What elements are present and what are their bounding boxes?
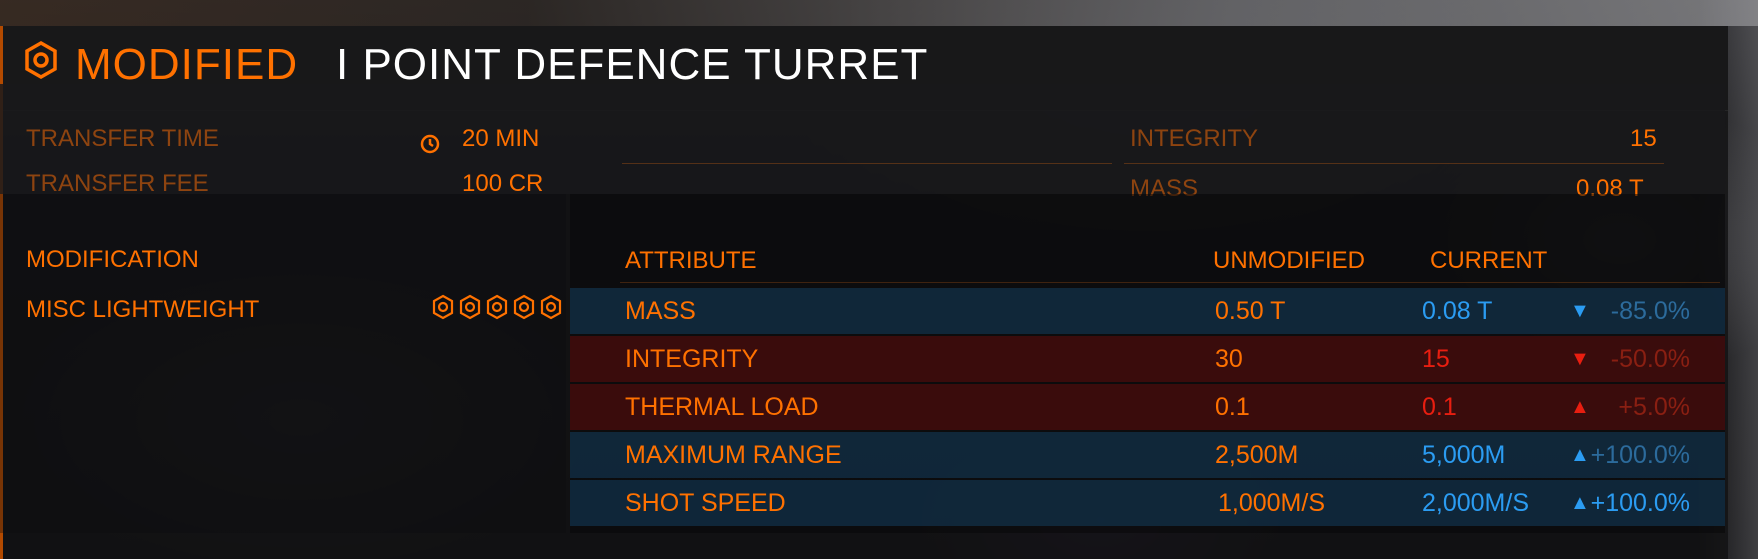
up-arrow-icon: ▲: [1570, 396, 1590, 418]
current-value: 0.08 T: [1422, 297, 1493, 325]
unmodified-value: 0.1: [1215, 393, 1250, 421]
modification-name[interactable]: MISC LIGHTWEIGHT: [26, 296, 259, 324]
change-percent: +100.0%: [1590, 441, 1690, 469]
module-status: MODIFIED: [75, 40, 299, 89]
column-header-unmodified: UNMODIFIED: [1213, 247, 1365, 274]
unmodified-value: 30: [1215, 345, 1243, 373]
up-arrow-icon: ▲: [1570, 444, 1590, 466]
top-strip: [0, 0, 1758, 26]
modification-header: MODIFICATION: [26, 246, 199, 273]
change-percent: -85.0%: [1610, 297, 1690, 325]
transfer-time-label: TRANSFER TIME: [26, 125, 219, 152]
current-value: 2,000M/S: [1422, 489, 1530, 517]
current-value: 0.1: [1422, 393, 1457, 421]
unmodified-value: 0.50 T: [1215, 297, 1286, 325]
attribute-name: SHOT SPEED: [625, 489, 786, 517]
divider: [1124, 163, 1664, 164]
column-header-attribute: ATTRIBUTE: [625, 247, 757, 274]
clock-icon: [420, 134, 440, 154]
divider: [622, 163, 1112, 164]
column-header-current: CURRENT: [1430, 247, 1548, 274]
table-row[interactable]: INTEGRITY 30 15 ▼ -50.0%: [570, 336, 1725, 382]
unmodified-value: 1,000M/S: [1218, 489, 1326, 517]
module-title: I POINT DEFENCE TURRET: [336, 40, 929, 89]
current-value: 15: [1422, 345, 1450, 373]
transfer-time-value: 20 MIN: [462, 125, 540, 152]
attribute-name: THERMAL LOAD: [625, 393, 819, 421]
attribute-name: INTEGRITY: [625, 345, 759, 373]
down-arrow-icon: ▼: [1570, 300, 1590, 322]
hexagon-badge-icon: [25, 40, 57, 80]
change-percent: -50.0%: [1610, 345, 1690, 373]
table-row[interactable]: MASS 0.50 T 0.08 T ▼ -85.0%: [570, 288, 1725, 334]
table-row[interactable]: THERMAL LOAD 0.1 0.1 ▲ +5.0%: [570, 384, 1725, 430]
down-arrow-icon: ▼: [1570, 348, 1590, 370]
transfer-info: [0, 84, 1725, 194]
integrity-label: INTEGRITY: [1130, 125, 1259, 152]
attribute-name: MAXIMUM RANGE: [625, 441, 842, 469]
current-value: 5,000M: [1422, 441, 1506, 469]
table-row[interactable]: SHOT SPEED 1,000M/S 2,000M/S ▲ +100.0%: [570, 480, 1725, 526]
modification-column: [0, 194, 566, 533]
unmodified-value: 2,500M: [1215, 441, 1299, 469]
blueprint-grade-icon: [432, 294, 562, 320]
up-arrow-icon: ▲: [1570, 492, 1590, 514]
change-percent: +5.0%: [1618, 393, 1690, 421]
attribute-name: MASS: [625, 297, 696, 325]
table-row[interactable]: MAXIMUM RANGE 2,500M 5,000M ▲ +100.0%: [570, 432, 1725, 478]
change-percent: +100.0%: [1590, 489, 1690, 517]
integrity-value: 15: [1630, 125, 1657, 152]
header-divider: [620, 282, 1720, 283]
